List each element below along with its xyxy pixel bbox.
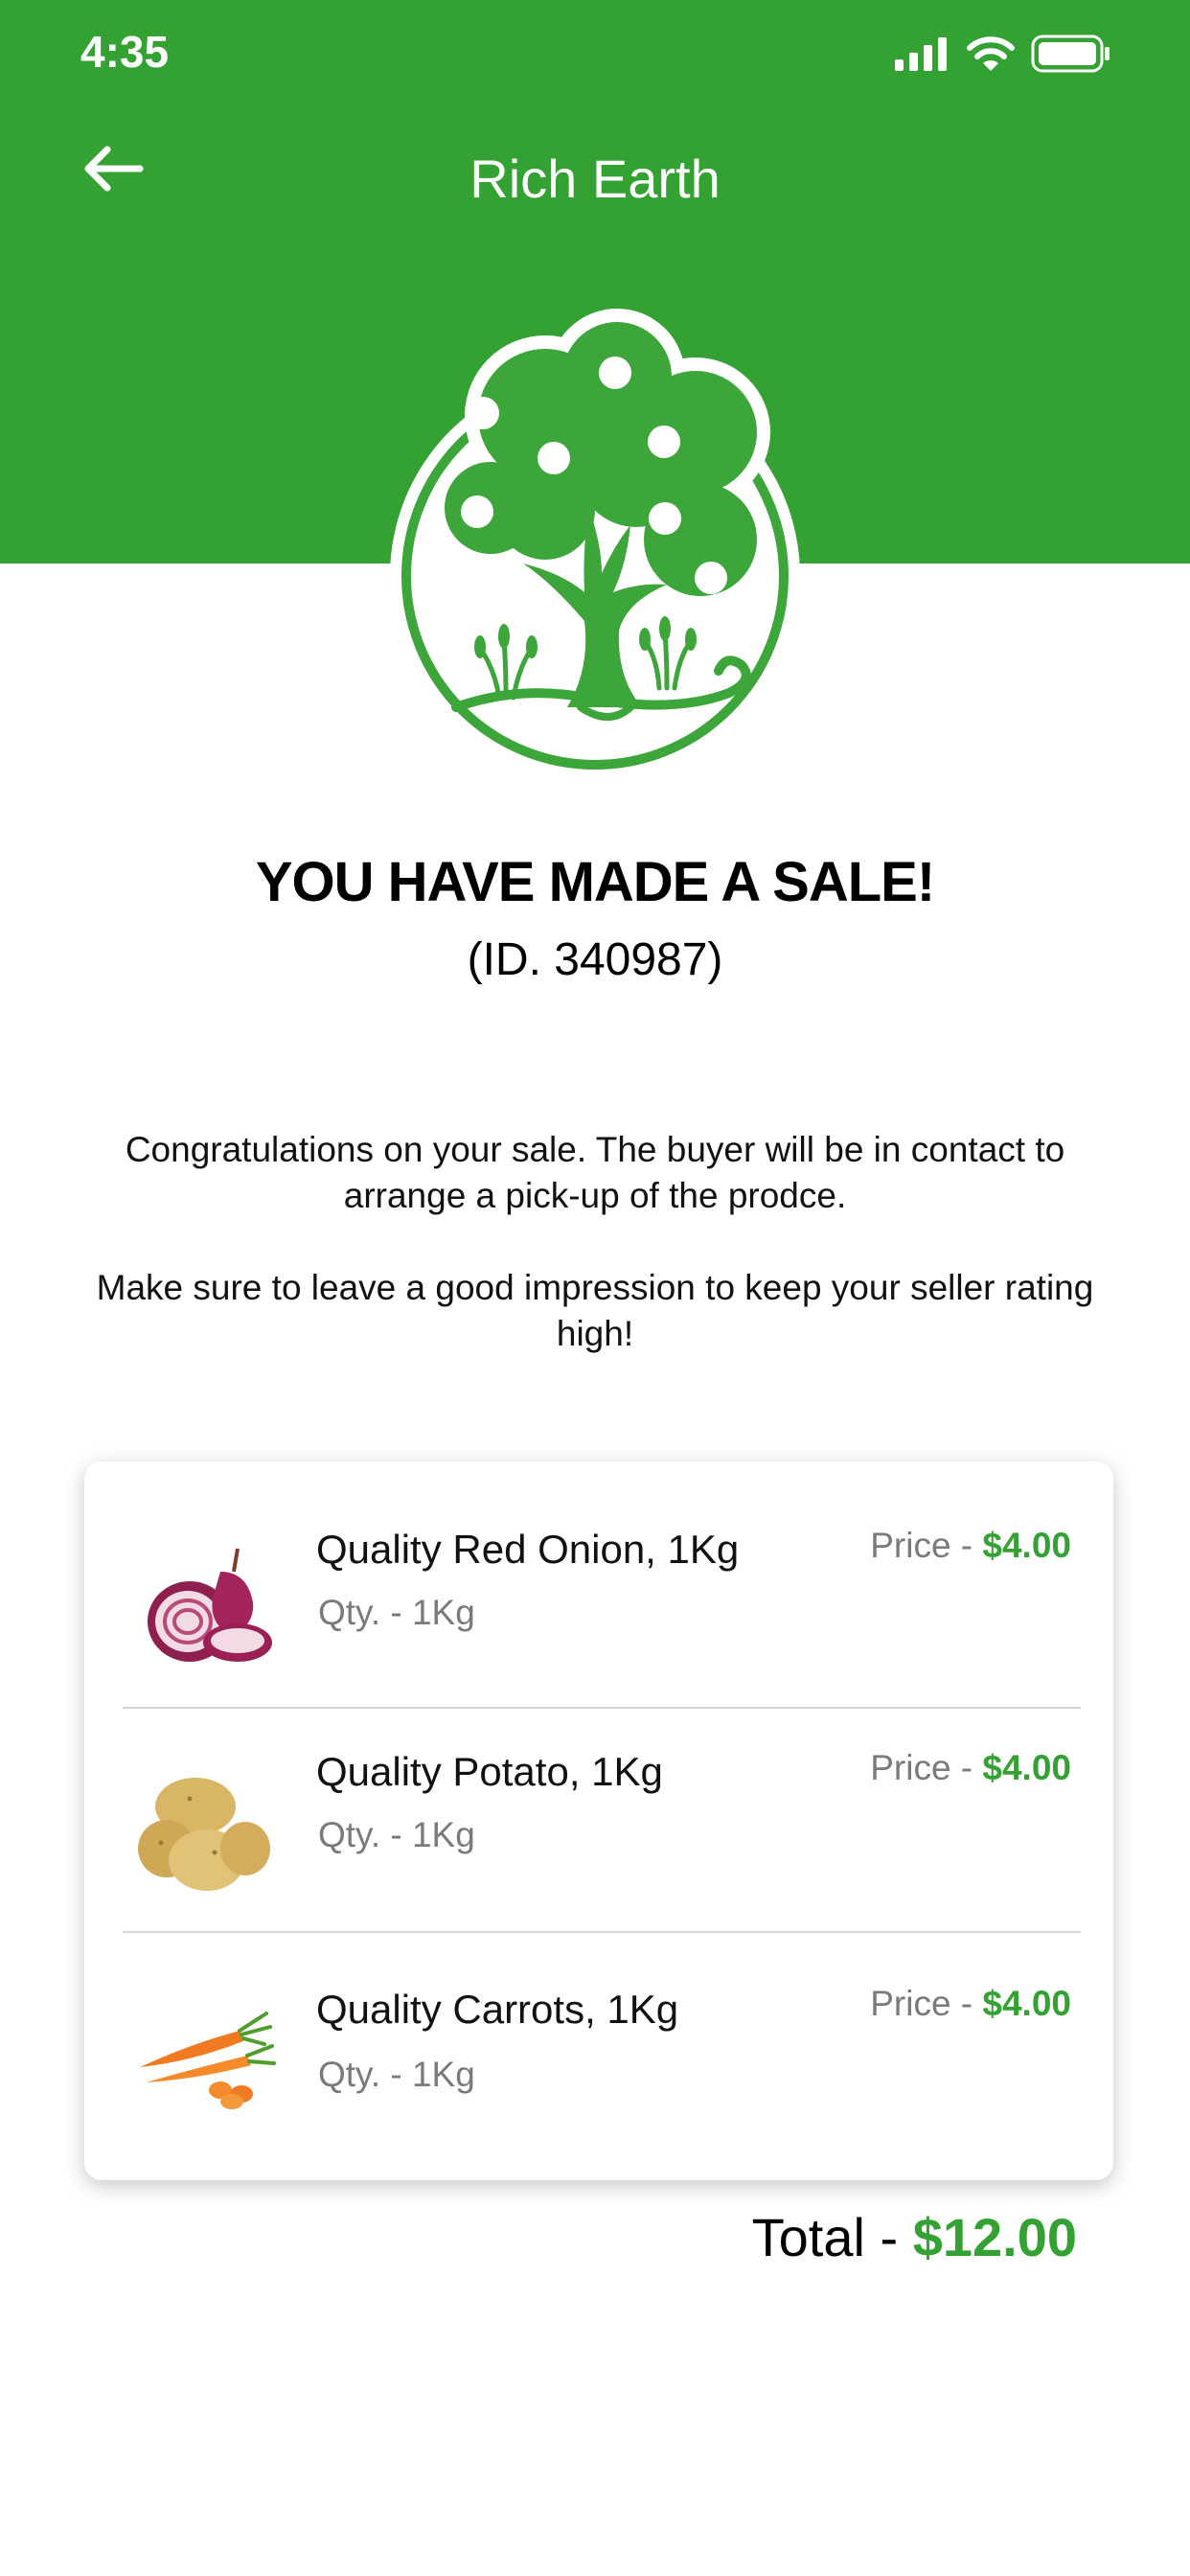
item-price: Price - $4.00	[870, 1745, 1071, 1791]
item-name: Quality Potato, 1Kg	[316, 1749, 663, 1794]
congrats-message: Congratulations on your sale. The buyer …	[125, 1130, 1065, 1215]
reminder-message: Make sure to leave a good impression to …	[96, 1268, 1094, 1353]
total-label: Total -	[751, 2207, 913, 2267]
price-label: Price -	[870, 1748, 983, 1787]
price-amount: $4.00	[982, 1526, 1071, 1565]
sale-id: (ID. 340987)	[467, 934, 723, 985]
item-price: Price - $4.00	[870, 1981, 1071, 2027]
item-qty: Qty. - 1Kg	[318, 1593, 475, 1632]
tree-logo-icon	[390, 309, 800, 781]
price-label: Price -	[870, 1984, 983, 2023]
item-name: Quality Carrots, 1Kg	[316, 1987, 679, 2032]
status-icons	[893, 33, 1111, 75]
item-price: Price - $4.00	[870, 1523, 1071, 1569]
red-onion-image	[148, 1548, 272, 1662]
total-amount: $12.00	[912, 2207, 1077, 2267]
status-time: 4:35	[80, 27, 170, 77]
price-amount: $4.00	[982, 1984, 1071, 2023]
item-qty: Qty. - 1Kg	[318, 2055, 475, 2094]
signal-icon	[895, 37, 947, 71]
carrots-image	[140, 2012, 276, 2109]
sale-title: YOU HAVE MADE A SALE!	[255, 851, 935, 913]
price-amount: $4.00	[982, 1748, 1071, 1787]
item-qty: Qty. - 1Kg	[318, 1815, 475, 1854]
price-label: Price -	[870, 1526, 983, 1565]
order-total: Total - $12.00	[752, 2204, 1077, 2271]
order-items-card: Quality Red Onion, 1Kg Qty. - 1Kg Price …	[84, 1461, 1113, 2180]
list-item: Quality Potato, 1Kg Qty. - 1Kg Price - $…	[84, 1684, 1113, 1906]
list-item: Quality Carrots, 1Kg Qty. - 1Kg Price - …	[84, 1931, 1113, 2153]
page-title: Rich Earth	[469, 149, 721, 209]
potato-image	[138, 1778, 270, 1891]
wifi-icon	[967, 36, 1015, 71]
item-name: Quality Red Onion, 1Kg	[316, 1527, 740, 1572]
list-item: Quality Red Onion, 1Kg Qty. - 1Kg Price …	[84, 1461, 1113, 1684]
battery-icon	[1031, 34, 1110, 73]
